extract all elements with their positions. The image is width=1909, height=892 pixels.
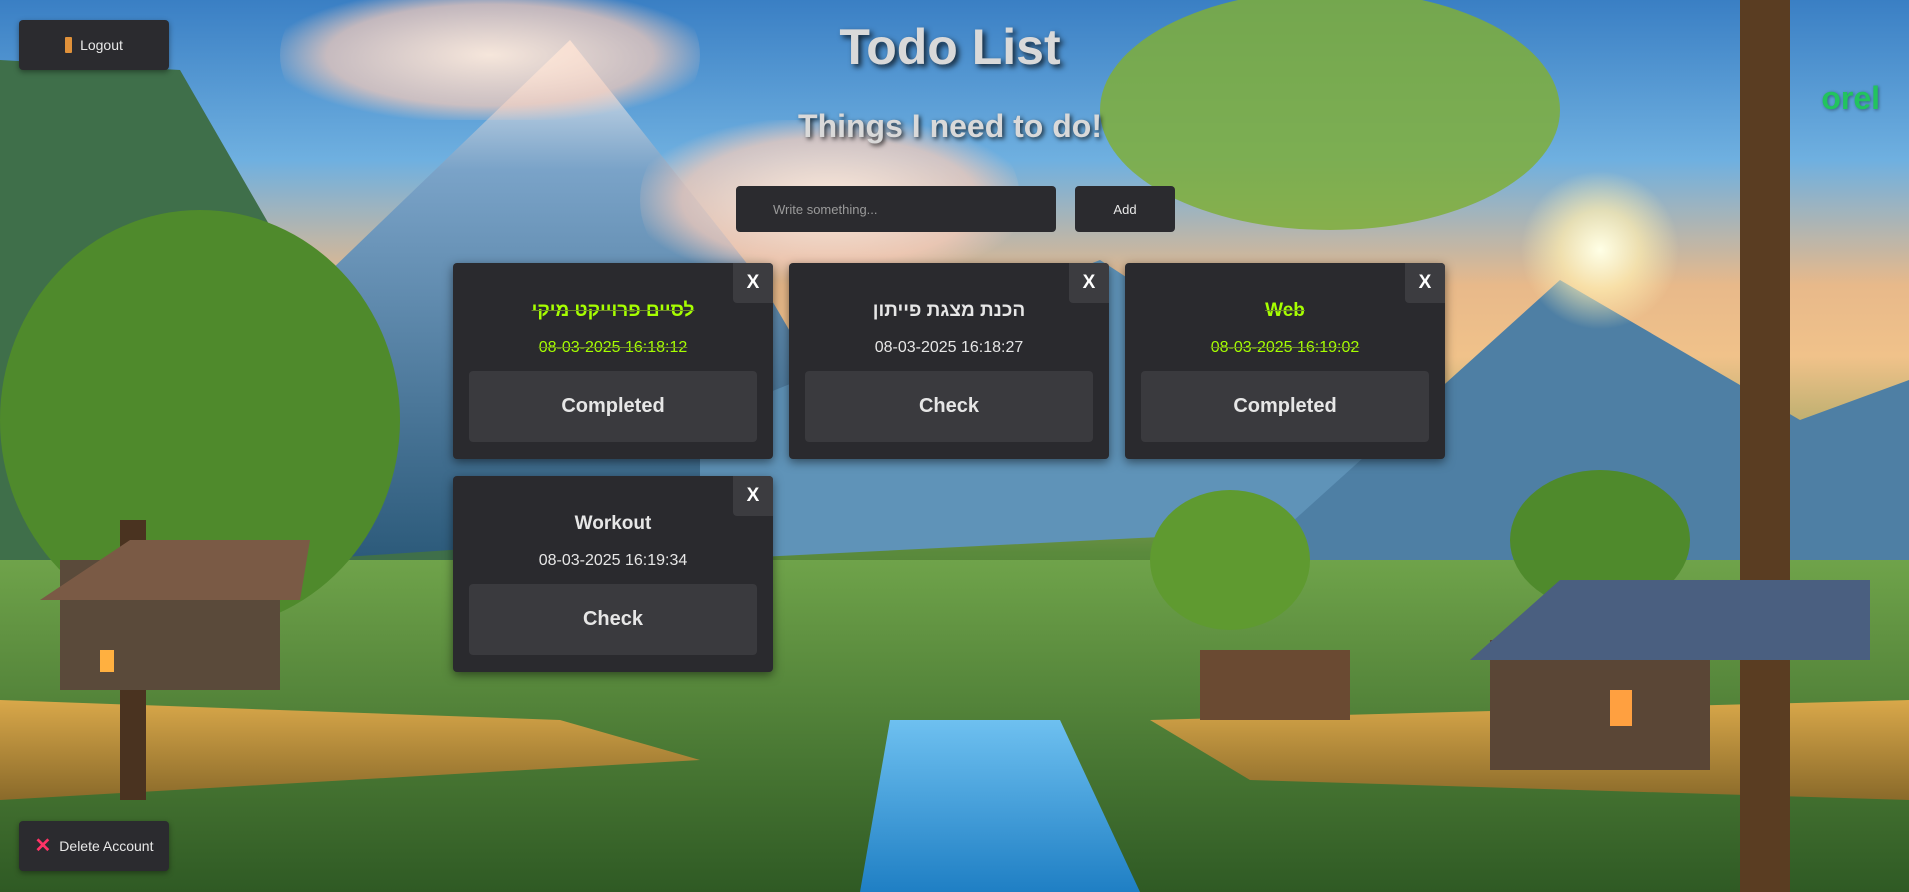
todo-card: X Workout 08-03-2025 16:19:34 Check xyxy=(453,476,773,672)
todo-date: 08-03-2025 16:19:34 xyxy=(538,552,688,569)
delete-account-button[interactable]: ✕ Delete Account xyxy=(19,821,169,871)
delete-todo-button[interactable]: X xyxy=(1069,263,1109,303)
delete-todo-button[interactable]: X xyxy=(733,476,773,516)
todo-date: 08-03-2025 16:19:02 xyxy=(1210,339,1360,356)
todo-title: הכנת מצגת פייתון xyxy=(872,300,1026,321)
add-button[interactable]: Add xyxy=(1075,186,1175,232)
todo-status-button[interactable]: Check xyxy=(469,584,757,655)
todo-status-button[interactable]: Completed xyxy=(1141,371,1429,442)
app-root: Logout Todo List Things I need to do! or… xyxy=(0,0,1909,892)
todo-title: לסיים פרוייקט מיקי xyxy=(531,300,695,321)
todo-card: X לסיים פרוייקט מיקי 08-03-2025 16:18:12… xyxy=(453,263,773,459)
todo-card: X הכנת מצגת פייתון 08-03-2025 16:18:27 C… xyxy=(789,263,1109,459)
todo-date: 08-03-2025 16:18:27 xyxy=(874,339,1024,356)
username-label: orel xyxy=(1821,80,1880,116)
delete-todo-button[interactable]: X xyxy=(733,263,773,303)
sun-decoration xyxy=(1520,170,1680,330)
close-icon: ✕ xyxy=(34,835,52,857)
todo-title: Workout xyxy=(574,513,652,534)
todo-date: 08-03-2025 16:18:12 xyxy=(538,339,688,356)
todo-status-button[interactable]: Check xyxy=(805,371,1093,442)
page-subtitle: Things I need to do! xyxy=(798,108,1102,144)
new-todo-input[interactable] xyxy=(736,186,1056,232)
delete-todo-button[interactable]: X xyxy=(1405,263,1445,303)
todo-title: Web xyxy=(1265,300,1305,321)
delete-account-label: Delete Account xyxy=(59,838,154,854)
todo-card: X Web 08-03-2025 16:19:02 Completed xyxy=(1125,263,1445,459)
page-title: Todo List xyxy=(839,19,1061,75)
todo-status-button[interactable]: Completed xyxy=(469,371,757,442)
